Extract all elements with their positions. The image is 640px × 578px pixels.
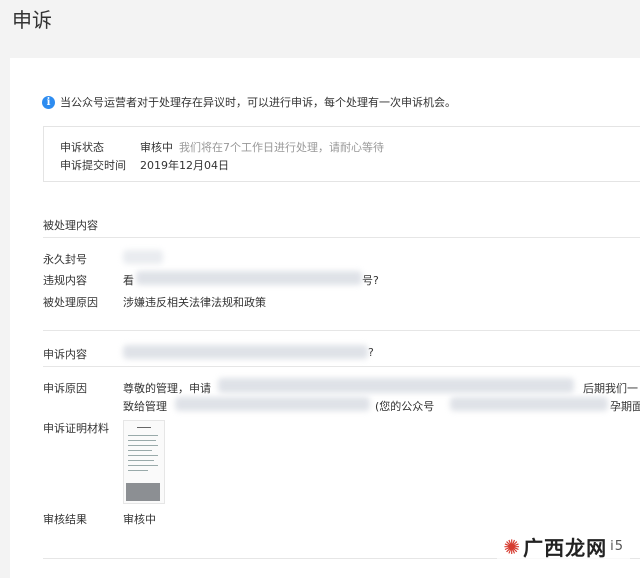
redacted-block bbox=[123, 345, 368, 359]
section-divider bbox=[43, 366, 640, 367]
page-title: 申诉 bbox=[12, 8, 52, 32]
appeal-reason-line2-end: 孕期面 bbox=[610, 400, 640, 413]
doc-line bbox=[128, 470, 148, 471]
watermark-logo-icon: ✺ bbox=[503, 534, 522, 559]
appeal-reason-line1-start: 尊敬的管理，申请 bbox=[123, 382, 211, 395]
info-icon: i bbox=[42, 95, 55, 109]
redacted-block bbox=[123, 250, 163, 264]
status-hint: 我们将在7个工作日进行处理，请耐心等待 bbox=[179, 141, 384, 154]
ban-label: 永久封号 bbox=[43, 253, 87, 266]
redacted-block bbox=[136, 271, 362, 285]
doc-photo bbox=[126, 483, 160, 501]
status-label: 申诉状态 bbox=[60, 141, 104, 154]
appeal-content-value-end: ? bbox=[368, 346, 374, 359]
appeal-content-label: 申诉内容 bbox=[43, 348, 87, 361]
watermark-domain: i5 bbox=[610, 539, 624, 554]
appeal-reason-line2-start: 致给管理 bbox=[123, 400, 167, 413]
redacted-block bbox=[450, 397, 608, 411]
status-box: 申诉状态 审核中 我们将在7个工作日进行处理，请耐心等待 申诉提交时间 2019年… bbox=[43, 126, 640, 182]
doc-line bbox=[128, 465, 158, 466]
doc-line bbox=[128, 455, 158, 456]
watermark-text: 广西龙网 bbox=[523, 536, 608, 560]
watermark: ✺ 广西龙网 i5 bbox=[497, 530, 630, 563]
status-value: 审核中 bbox=[140, 141, 173, 154]
doc-line bbox=[128, 460, 154, 461]
result-value: 审核中 bbox=[123, 513, 156, 526]
doc-line bbox=[128, 450, 152, 451]
appeal-reason-line1-end: 后期我们一 bbox=[583, 382, 638, 395]
submit-time-value: 2019年12月04日 bbox=[140, 159, 229, 172]
violation-value-end: 号? bbox=[362, 274, 379, 287]
reason-value: 涉嫌违反相关法律法规和政策 bbox=[123, 296, 266, 309]
submit-time-label: 申诉提交时间 bbox=[60, 159, 126, 172]
proof-thumbnail[interactable] bbox=[123, 420, 165, 504]
punished-section-title: 被处理内容 bbox=[43, 219, 98, 232]
appeal-card: i 当公众号运营者对于处理存在异议时，可以进行申诉，每个处理有一次申诉机会。 申… bbox=[10, 58, 640, 578]
appeal-reason-label: 申诉原因 bbox=[43, 382, 87, 395]
doc-line bbox=[128, 435, 158, 436]
notice-bar: i 当公众号运营者对于处理存在异议时，可以进行申诉，每个处理有一次申诉机会。 bbox=[42, 94, 456, 110]
doc-line bbox=[128, 445, 158, 446]
doc-title-line bbox=[137, 427, 151, 428]
redacted-block bbox=[175, 397, 370, 411]
doc-line bbox=[128, 440, 156, 441]
section-divider bbox=[43, 237, 640, 238]
result-label: 审核结果 bbox=[43, 513, 87, 526]
status-value-group: 审核中 我们将在7个工作日进行处理，请耐心等待 bbox=[140, 139, 384, 155]
violation-label: 违规内容 bbox=[43, 274, 87, 287]
notice-text: 当公众号运营者对于处理存在异议时，可以进行申诉，每个处理有一次申诉机会。 bbox=[60, 96, 456, 109]
section-divider bbox=[43, 330, 640, 331]
redacted-block bbox=[218, 378, 574, 393]
reason-label: 被处理原因 bbox=[43, 296, 98, 309]
appeal-reason-line2-mid: (您的公众号 bbox=[375, 400, 435, 413]
proof-label: 申诉证明材料 bbox=[43, 422, 109, 435]
violation-value-start: 看 bbox=[123, 274, 134, 287]
